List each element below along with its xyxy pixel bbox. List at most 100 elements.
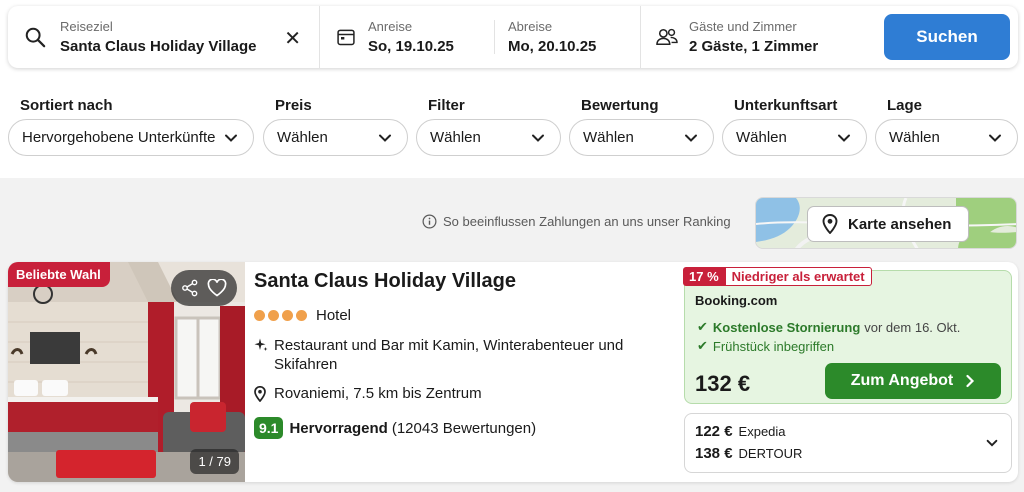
checkout-value: Mo, 20.10.25 — [508, 38, 597, 55]
filter-filter: Filter Wählen — [416, 97, 561, 156]
checkout-label: Abreise — [508, 19, 553, 34]
discount-percent: 17 % — [683, 267, 725, 286]
map-button[interactable]: Karte ansehen — [807, 206, 969, 242]
chevron-down-icon — [379, 134, 391, 142]
filter-accommodation-type: Unterkunftsart Wählen — [722, 97, 867, 156]
star-dot — [268, 310, 279, 321]
checkin-label: Anreise — [368, 19, 413, 34]
guests-icon — [656, 28, 678, 46]
discount-badge: 17 % Niedriger als erwartet — [683, 267, 872, 286]
search-icon — [25, 27, 46, 48]
rating-score: 9.1 — [254, 417, 284, 439]
checkin-field[interactable]: Anreise So, 19.10.25 — [320, 6, 494, 68]
filter-label: Bewertung — [581, 97, 659, 114]
filter-location: Lage Wählen — [875, 97, 1018, 156]
star-dot — [282, 310, 293, 321]
filter-sort: Sortiert nach Hervorgehobene Unterkünfte — [8, 97, 254, 156]
filter-rating: Bewertung Wählen — [569, 97, 714, 156]
check-icon: ✔ — [697, 319, 708, 334]
destination-value: Santa Claus Holiday Village — [60, 38, 257, 55]
accommodation-type-select[interactable]: Wählen — [722, 119, 867, 156]
checkin-value: So, 19.10.25 — [368, 38, 454, 55]
map-button-label: Karte ansehen — [848, 215, 952, 233]
chevron-right-icon — [966, 374, 975, 388]
hotel-type: Hotel — [316, 307, 352, 324]
hotel-photo[interactable]: Beliebte Wahl 1 / 79 — [8, 262, 245, 482]
sort-select[interactable]: Hervorgehobene Unterkünfte — [8, 119, 254, 156]
other-offer: 138 € DERTOUR — [695, 445, 802, 462]
calendar-icon — [337, 29, 355, 46]
guests-field[interactable]: Gäste und Zimmer 2 Gäste, 1 Zimmer — [641, 6, 879, 68]
chevron-down-icon — [225, 134, 237, 142]
offer-condition-cancellation: ✔ Kostenlose Stornierung vor dem 16. Okt… — [697, 319, 960, 335]
filter-value: Hervorgehobene Unterkünfte — [22, 129, 216, 146]
hotel-info: Santa Claus Holiday Village Hotel Restau… — [254, 270, 674, 439]
chevron-down-icon — [685, 134, 697, 142]
hotel-rating[interactable]: 9.1 Hervorragend (12043 Bewertungen) — [254, 417, 674, 439]
destination-field[interactable]: Reiseziel Santa Claus Holiday Village ✕ — [8, 6, 320, 68]
star-dot — [296, 310, 307, 321]
filter-price: Preis Wählen — [263, 97, 408, 156]
best-offer[interactable]: 17 % Niedriger als erwartet Booking.com … — [683, 267, 1012, 404]
condition-cancellation-bold: Kostenlose Stornierung — [712, 319, 861, 335]
offer-price: 132 € — [695, 371, 751, 396]
other-offers[interactable]: 122 € Expedia 138 € DERTOUR — [684, 413, 1012, 473]
filter-value: Wählen — [736, 129, 787, 146]
photo-counter: 1 / 79 — [190, 449, 239, 474]
checkout-field[interactable]: Abreise Mo, 20.10.25 — [495, 6, 641, 68]
star-dot — [254, 310, 265, 321]
chevron-down-icon — [989, 134, 1001, 142]
destination-label: Reiseziel — [60, 19, 113, 34]
map-preview[interactable]: Karte ansehen — [755, 197, 1017, 249]
other-offer: 122 € Expedia — [695, 423, 786, 440]
condition-breakfast-text: Frühstück inbegriffen — [712, 338, 835, 354]
filter-label: Filter — [428, 97, 465, 114]
other-offer-provider: Expedia — [738, 424, 786, 439]
info-icon — [422, 214, 437, 229]
feature-text: Restaurant und Bar mit Kamin, Winteraben… — [274, 337, 624, 373]
filter-value: Wählen — [889, 129, 940, 146]
sparkle-icon — [254, 336, 272, 374]
discount-label: Niedriger als erwartet — [724, 267, 872, 286]
filter-select[interactable]: Wählen — [416, 119, 561, 156]
hotel-card[interactable]: Beliebte Wahl 1 / 79 Santa Claus Holiday… — [8, 262, 1018, 482]
offer-condition-breakfast: ✔ Frühstück inbegriffen — [697, 338, 834, 354]
view-deal-button[interactable]: Zum Angebot — [825, 363, 1001, 399]
close-icon[interactable]: ✕ — [284, 26, 301, 51]
filter-value: Wählen — [583, 129, 634, 146]
rating-word: Hervorragend — [289, 419, 388, 437]
location-pin-icon — [254, 384, 272, 407]
chevron-down-icon — [838, 134, 850, 142]
popular-badge: Beliebte Wahl — [8, 262, 110, 287]
search-button[interactable]: Suchen — [884, 14, 1010, 60]
filter-value: Wählen — [430, 129, 481, 146]
condition-cancellation-rest: vor dem 16. Okt. — [864, 319, 961, 335]
heart-icon[interactable] — [207, 279, 227, 297]
other-offer-price: 138 € — [695, 445, 733, 462]
price-select[interactable]: Wählen — [263, 119, 408, 156]
chevron-down-icon — [986, 439, 998, 447]
other-offer-price: 122 € — [695, 423, 733, 440]
rating-count: (12043 Bewertungen) — [391, 419, 537, 437]
filter-label: Lage — [887, 97, 923, 114]
filter-label: Unterkunftsart — [734, 97, 838, 114]
filter-label: Preis — [275, 97, 312, 114]
hotel-name[interactable]: Santa Claus Holiday Village — [254, 270, 674, 293]
view-deal-label: Zum Angebot — [850, 372, 954, 389]
guests-label: Gäste und Zimmer — [689, 19, 797, 34]
search-bar: Reiseziel Santa Claus Holiday Village ✕ … — [8, 6, 1018, 68]
offer-provider: Booking.com — [695, 293, 778, 308]
share-icon[interactable] — [181, 279, 199, 297]
hotel-location: Rovaniemi, 7.5 km bis Zentrum — [254, 384, 674, 407]
filter-label: Sortiert nach — [20, 97, 113, 114]
rating-select[interactable]: Wählen — [569, 119, 714, 156]
other-offer-provider: DERTOUR — [738, 446, 803, 461]
check-icon: ✔ — [697, 338, 708, 353]
ranking-note-text: So beeinflussen Zahlungen an uns unser R… — [443, 214, 731, 229]
hotel-feature: Restaurant und Bar mit Kamin, Winteraben… — [254, 336, 674, 374]
hotel-stars: Hotel — [254, 307, 674, 324]
chevron-down-icon — [532, 134, 544, 142]
location-select[interactable]: Wählen — [875, 119, 1018, 156]
ranking-note[interactable]: So beeinflussen Zahlungen an uns unser R… — [422, 214, 731, 229]
filter-value: Wählen — [277, 129, 328, 146]
